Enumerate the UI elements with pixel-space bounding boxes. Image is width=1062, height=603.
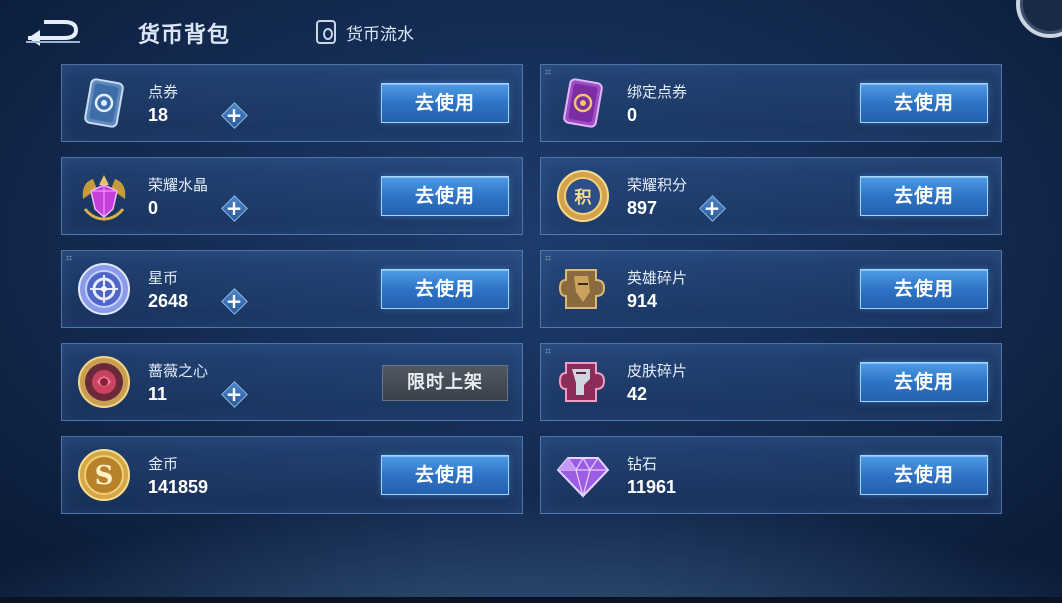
use-button[interactable]: 去使用	[381, 269, 509, 309]
currency-name: 点券	[148, 83, 179, 101]
currency-name: 蔷薇之心	[148, 362, 209, 380]
currency-name: 英雄碎片	[627, 269, 688, 287]
use-button[interactable]: 去使用	[381, 83, 509, 123]
back-arrow-icon	[26, 20, 80, 46]
add-ticket-button[interactable]: +	[221, 102, 248, 129]
page-title: 货币背包	[138, 23, 231, 48]
currency-card-glory-points: 积 荣耀积分 897 + 去使用	[540, 157, 1002, 235]
plus-icon: +	[703, 196, 721, 220]
hero-fragment-icon	[555, 261, 611, 317]
skin-fragment-icon	[555, 354, 611, 410]
currency-count: 42	[627, 384, 648, 404]
svg-text:S: S	[95, 461, 114, 491]
back-button[interactable]	[24, 16, 84, 46]
plus-icon: +	[225, 289, 243, 313]
currency-count: 18	[148, 105, 169, 125]
crystal-icon	[76, 168, 132, 224]
use-button[interactable]: 去使用	[860, 176, 988, 216]
currency-count: 0	[627, 105, 638, 125]
currency-flow-label: 货币流水	[346, 24, 414, 45]
currency-card-skin-fragment: ⌗ 皮肤碎片 42 去使用	[540, 343, 1002, 421]
bottom-strip	[0, 597, 1062, 603]
use-button[interactable]: 去使用	[860, 269, 988, 309]
currency-card-hero-fragment: ⌗ 英雄碎片 914 去使用	[540, 250, 1002, 328]
limited-release-button[interactable]: 限时上架	[382, 365, 508, 401]
bound-ticket-icon	[555, 75, 611, 131]
currency-name: 荣耀水晶	[148, 176, 209, 194]
currency-name: 荣耀积分	[627, 176, 688, 194]
currency-name: 金币	[148, 455, 179, 473]
currency-count: 141859	[148, 477, 209, 497]
currency-count: 914	[627, 291, 658, 311]
currency-card-star-coin: ⌗ 星币 2648 + 去使用	[61, 250, 523, 328]
plus-icon: +	[225, 382, 243, 406]
currency-count: 0	[148, 198, 159, 218]
add-rose-heart-button[interactable]: +	[221, 381, 248, 408]
currency-name: 星币	[148, 269, 179, 287]
currency-count: 897	[627, 198, 658, 218]
svg-text:积: 积	[575, 188, 592, 208]
use-button[interactable]: 去使用	[860, 455, 988, 495]
gold-coin-icon: S	[76, 447, 132, 503]
rose-heart-icon	[76, 354, 132, 410]
add-crystal-button[interactable]: +	[221, 195, 248, 222]
currency-card-crystal: 荣耀水晶 0 + 去使用	[61, 157, 523, 235]
star-coin-icon	[76, 261, 132, 317]
ticket-icon	[76, 75, 132, 131]
currency-card-diamond: 钻石 11961 去使用	[540, 436, 1002, 514]
plus-icon: +	[225, 103, 243, 127]
glory-points-icon: 积	[555, 168, 611, 224]
ledger-icon	[316, 20, 336, 44]
currency-card-rose-heart: 蔷薇之心 11 + 限时上架	[61, 343, 523, 421]
use-button[interactable]: 去使用	[860, 83, 988, 123]
currency-name: 皮肤碎片	[627, 362, 688, 380]
top-bar: 货币背包 货币流水	[0, 0, 1062, 62]
use-button[interactable]: 去使用	[860, 362, 988, 402]
currency-card-gold-coin: S 金币 141859 去使用	[61, 436, 523, 514]
currency-count: 11	[148, 384, 168, 404]
currency-count: 2648	[148, 291, 189, 311]
currency-count: 11961	[627, 477, 677, 497]
plus-icon: +	[225, 196, 243, 220]
currency-name: 钻石	[627, 455, 658, 473]
use-button[interactable]: 去使用	[381, 455, 509, 495]
use-button[interactable]: 去使用	[381, 176, 509, 216]
currency-card-bound-ticket: ⌗ 绑定点券 0 去使用	[540, 64, 1002, 142]
add-glory-points-button[interactable]: +	[699, 195, 726, 222]
add-star-coin-button[interactable]: +	[221, 288, 248, 315]
currency-flow-tab[interactable]: 货币流水	[316, 19, 414, 45]
currency-name: 绑定点券	[627, 83, 688, 101]
diamond-icon	[555, 447, 611, 503]
currency-card-ticket: 点券 18 + 去使用	[61, 64, 523, 142]
